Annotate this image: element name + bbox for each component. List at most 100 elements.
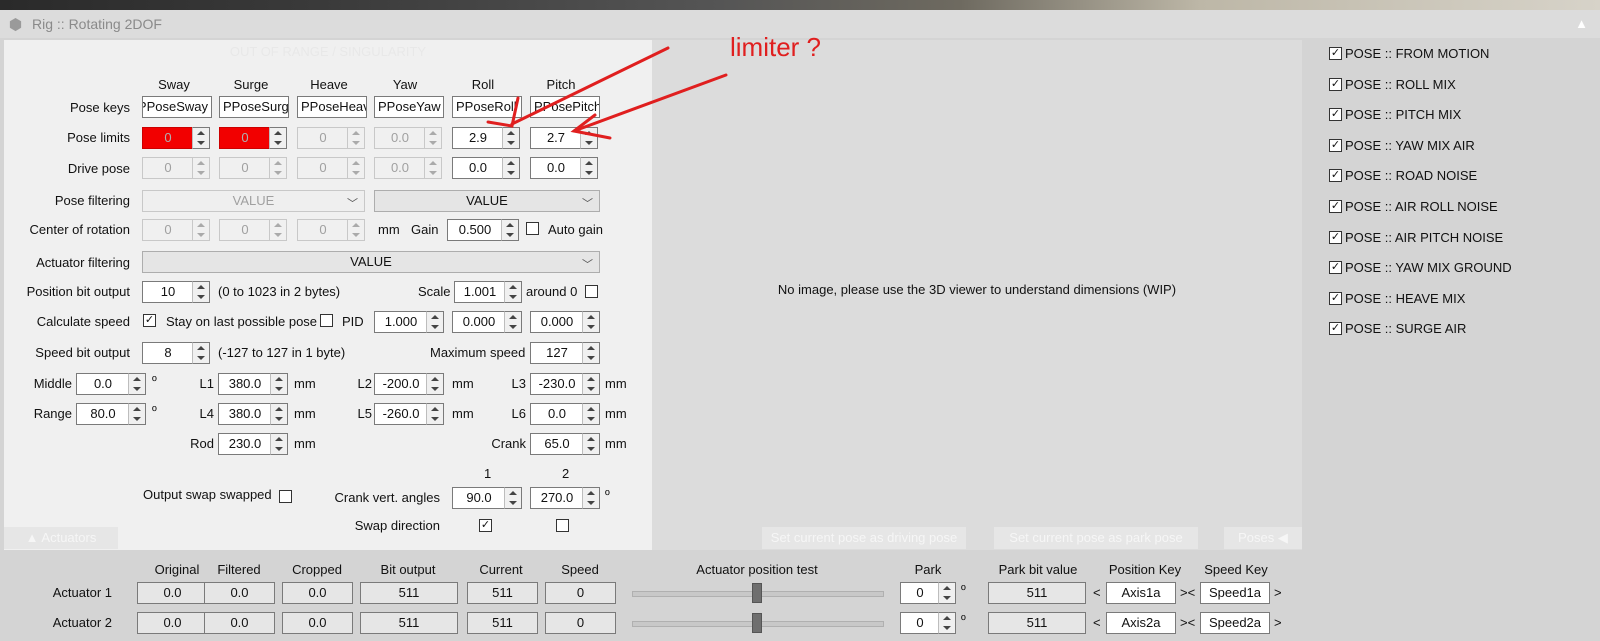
speed-key-input[interactable]: Speed1a	[1200, 582, 1270, 604]
drive-pose-roll-value[interactable]: 0.0	[452, 157, 504, 179]
drive-pose-yaw-stepper[interactable]: 0.0	[374, 157, 442, 179]
center-rotation-y-value[interactable]: 0	[219, 219, 271, 241]
pose-key-sway-input[interactable]: PPoseSway	[142, 96, 212, 118]
l1-value[interactable]: 380.0	[218, 373, 272, 395]
rod-stepper[interactable]: 230.0	[218, 433, 288, 455]
maximum-speed-stepper[interactable]: 127	[530, 342, 600, 364]
pose-key-heave-input[interactable]: PPoseHeave	[297, 96, 367, 118]
pose-limit-pitch-stepper[interactable]: 2.7	[530, 127, 598, 149]
drive-pose-yaw-value[interactable]: 0.0	[374, 157, 426, 179]
range-stepper[interactable]: 80.0	[76, 403, 146, 425]
l1-stepper[interactable]: 380.0	[218, 373, 288, 395]
middle-stepper[interactable]: 0.0	[76, 373, 146, 395]
crank-stepper[interactable]: 65.0	[530, 433, 600, 455]
pose-checkbox[interactable]: ✓	[1329, 230, 1342, 244]
set-park-pose-button[interactable]: Set current pose as park pose	[994, 527, 1198, 549]
pose-checkbox[interactable]: ✓	[1329, 108, 1342, 122]
actuators-tab[interactable]: ▲ Actuators	[4, 527, 118, 549]
collapse-icon[interactable]: ▲	[1575, 16, 1588, 31]
maximum-speed-value[interactable]: 127	[530, 342, 584, 364]
l3-stepper[interactable]: -230.0	[530, 373, 600, 395]
l6-stepper[interactable]: 0.0	[530, 403, 600, 425]
swap-direction-1-checkbox[interactable]: ✓	[479, 519, 492, 532]
drive-pose-heave-value[interactable]: 0	[297, 157, 349, 179]
swap-direction-2-checkbox[interactable]	[556, 519, 569, 532]
crank-angle-1-stepper[interactable]: 90.0	[452, 487, 522, 509]
around-zero-checkbox[interactable]	[585, 285, 598, 298]
drive-pose-pitch-stepper[interactable]: 0.0	[530, 157, 598, 179]
center-rotation-x-stepper[interactable]: 0	[142, 219, 210, 241]
position-key-input[interactable]: Axis1a	[1106, 582, 1176, 604]
l3-value[interactable]: -230.0	[530, 373, 584, 395]
calculate-speed-checkbox[interactable]: ✓	[143, 314, 156, 327]
pid-p-value[interactable]: 1.000	[374, 311, 428, 333]
l6-value[interactable]: 0.0	[530, 403, 584, 425]
pose-limit-surge-stepper[interactable]: 0	[219, 127, 287, 149]
scale-stepper[interactable]: 1.001	[454, 281, 522, 303]
actuator-position-slider-thumb[interactable]	[752, 583, 762, 603]
actuator-position-slider-thumb[interactable]	[752, 613, 762, 633]
drive-pose-sway-stepper[interactable]: 0	[142, 157, 210, 179]
crank-angle-1-value[interactable]: 90.0	[452, 487, 506, 509]
speed-key-input[interactable]: Speed2a	[1200, 612, 1270, 634]
l4-stepper[interactable]: 380.0	[218, 403, 288, 425]
crank-angle-2-value[interactable]: 270.0	[530, 487, 584, 509]
pose-limit-sway-value[interactable]: 0	[142, 127, 194, 149]
pid-checkbox[interactable]	[320, 314, 333, 327]
pose-checkbox[interactable]: ✓	[1329, 77, 1342, 91]
gain-stepper[interactable]: 0.500	[447, 219, 519, 241]
position-key-input[interactable]: Axis2a	[1106, 612, 1176, 634]
drive-pose-sway-value[interactable]: 0	[142, 157, 194, 179]
pose-checkbox[interactable]: ✓	[1329, 169, 1342, 183]
output-swap-checkbox[interactable]	[279, 490, 292, 503]
drive-pose-surge-value[interactable]: 0	[219, 157, 271, 179]
pid-d-stepper[interactable]: 0.000	[530, 311, 600, 333]
auto-gain-checkbox[interactable]	[526, 222, 539, 235]
scale-value[interactable]: 1.001	[454, 281, 506, 303]
pid-d-value[interactable]: 0.000	[530, 311, 584, 333]
set-driving-pose-button[interactable]: Set current pose as driving pose	[762, 527, 966, 549]
center-rotation-x-value[interactable]: 0	[142, 219, 194, 241]
pose-checkbox[interactable]: ✓	[1329, 138, 1342, 152]
crank-angle-2-stepper[interactable]: 270.0	[530, 487, 600, 509]
park-stepper[interactable]: 0	[900, 582, 956, 604]
pid-i-stepper[interactable]: 0.000	[452, 311, 522, 333]
pose-checkbox[interactable]: ✓	[1329, 291, 1342, 305]
pose-limit-pitch-value[interactable]: 2.7	[530, 127, 582, 149]
middle-value[interactable]: 0.0	[76, 373, 130, 395]
pose-checkbox[interactable]: ✓	[1329, 261, 1342, 275]
rod-value[interactable]: 230.0	[218, 433, 272, 455]
l2-value[interactable]: -200.0	[374, 373, 428, 395]
pose-filtering-combo-1[interactable]: VALUE ﹀	[142, 190, 365, 212]
pose-limit-sway-stepper[interactable]: 0	[142, 127, 210, 149]
pose-checkbox[interactable]: ✓	[1329, 322, 1342, 336]
drive-pose-pitch-value[interactable]: 0.0	[530, 157, 582, 179]
speed-bit-output-stepper[interactable]: 8	[142, 342, 210, 364]
pose-checkbox[interactable]: ✓	[1329, 47, 1342, 60]
range-value[interactable]: 80.0	[76, 403, 130, 425]
pose-key-roll-input[interactable]: PPoseRoll	[452, 96, 522, 118]
drive-pose-heave-stepper[interactable]: 0	[297, 157, 365, 179]
l2-stepper[interactable]: -200.0	[374, 373, 444, 395]
l5-stepper[interactable]: -260.0	[374, 403, 444, 425]
pose-limit-surge-value[interactable]: 0	[219, 127, 271, 149]
pose-key-yaw-input[interactable]: PPoseYaw	[374, 96, 444, 118]
center-rotation-z-stepper[interactable]: 0	[297, 219, 365, 241]
pose-limit-heave-value[interactable]: 0	[297, 127, 349, 149]
drive-pose-roll-stepper[interactable]: 0.0	[452, 157, 520, 179]
pose-checkbox[interactable]: ✓	[1329, 200, 1342, 213]
pose-key-surge-input[interactable]: PPoseSurge	[219, 96, 289, 118]
gain-value[interactable]: 0.500	[447, 219, 503, 241]
park-stepper[interactable]: 0	[900, 612, 956, 634]
l5-value[interactable]: -260.0	[374, 403, 428, 425]
pid-p-stepper[interactable]: 1.000	[374, 311, 444, 333]
crank-value[interactable]: 65.0	[530, 433, 584, 455]
pose-limit-yaw-value[interactable]: 0.0	[374, 127, 426, 149]
l4-value[interactable]: 380.0	[218, 403, 272, 425]
drive-pose-surge-stepper[interactable]: 0	[219, 157, 287, 179]
pose-filtering-combo-2[interactable]: VALUE ﹀	[374, 190, 600, 212]
poses-toggle-button[interactable]: Poses ◀	[1224, 527, 1302, 549]
center-rotation-z-value[interactable]: 0	[297, 219, 349, 241]
actuator-filtering-combo[interactable]: VALUE ﹀	[142, 251, 600, 273]
pose-limit-roll-value[interactable]: 2.9	[452, 127, 504, 149]
